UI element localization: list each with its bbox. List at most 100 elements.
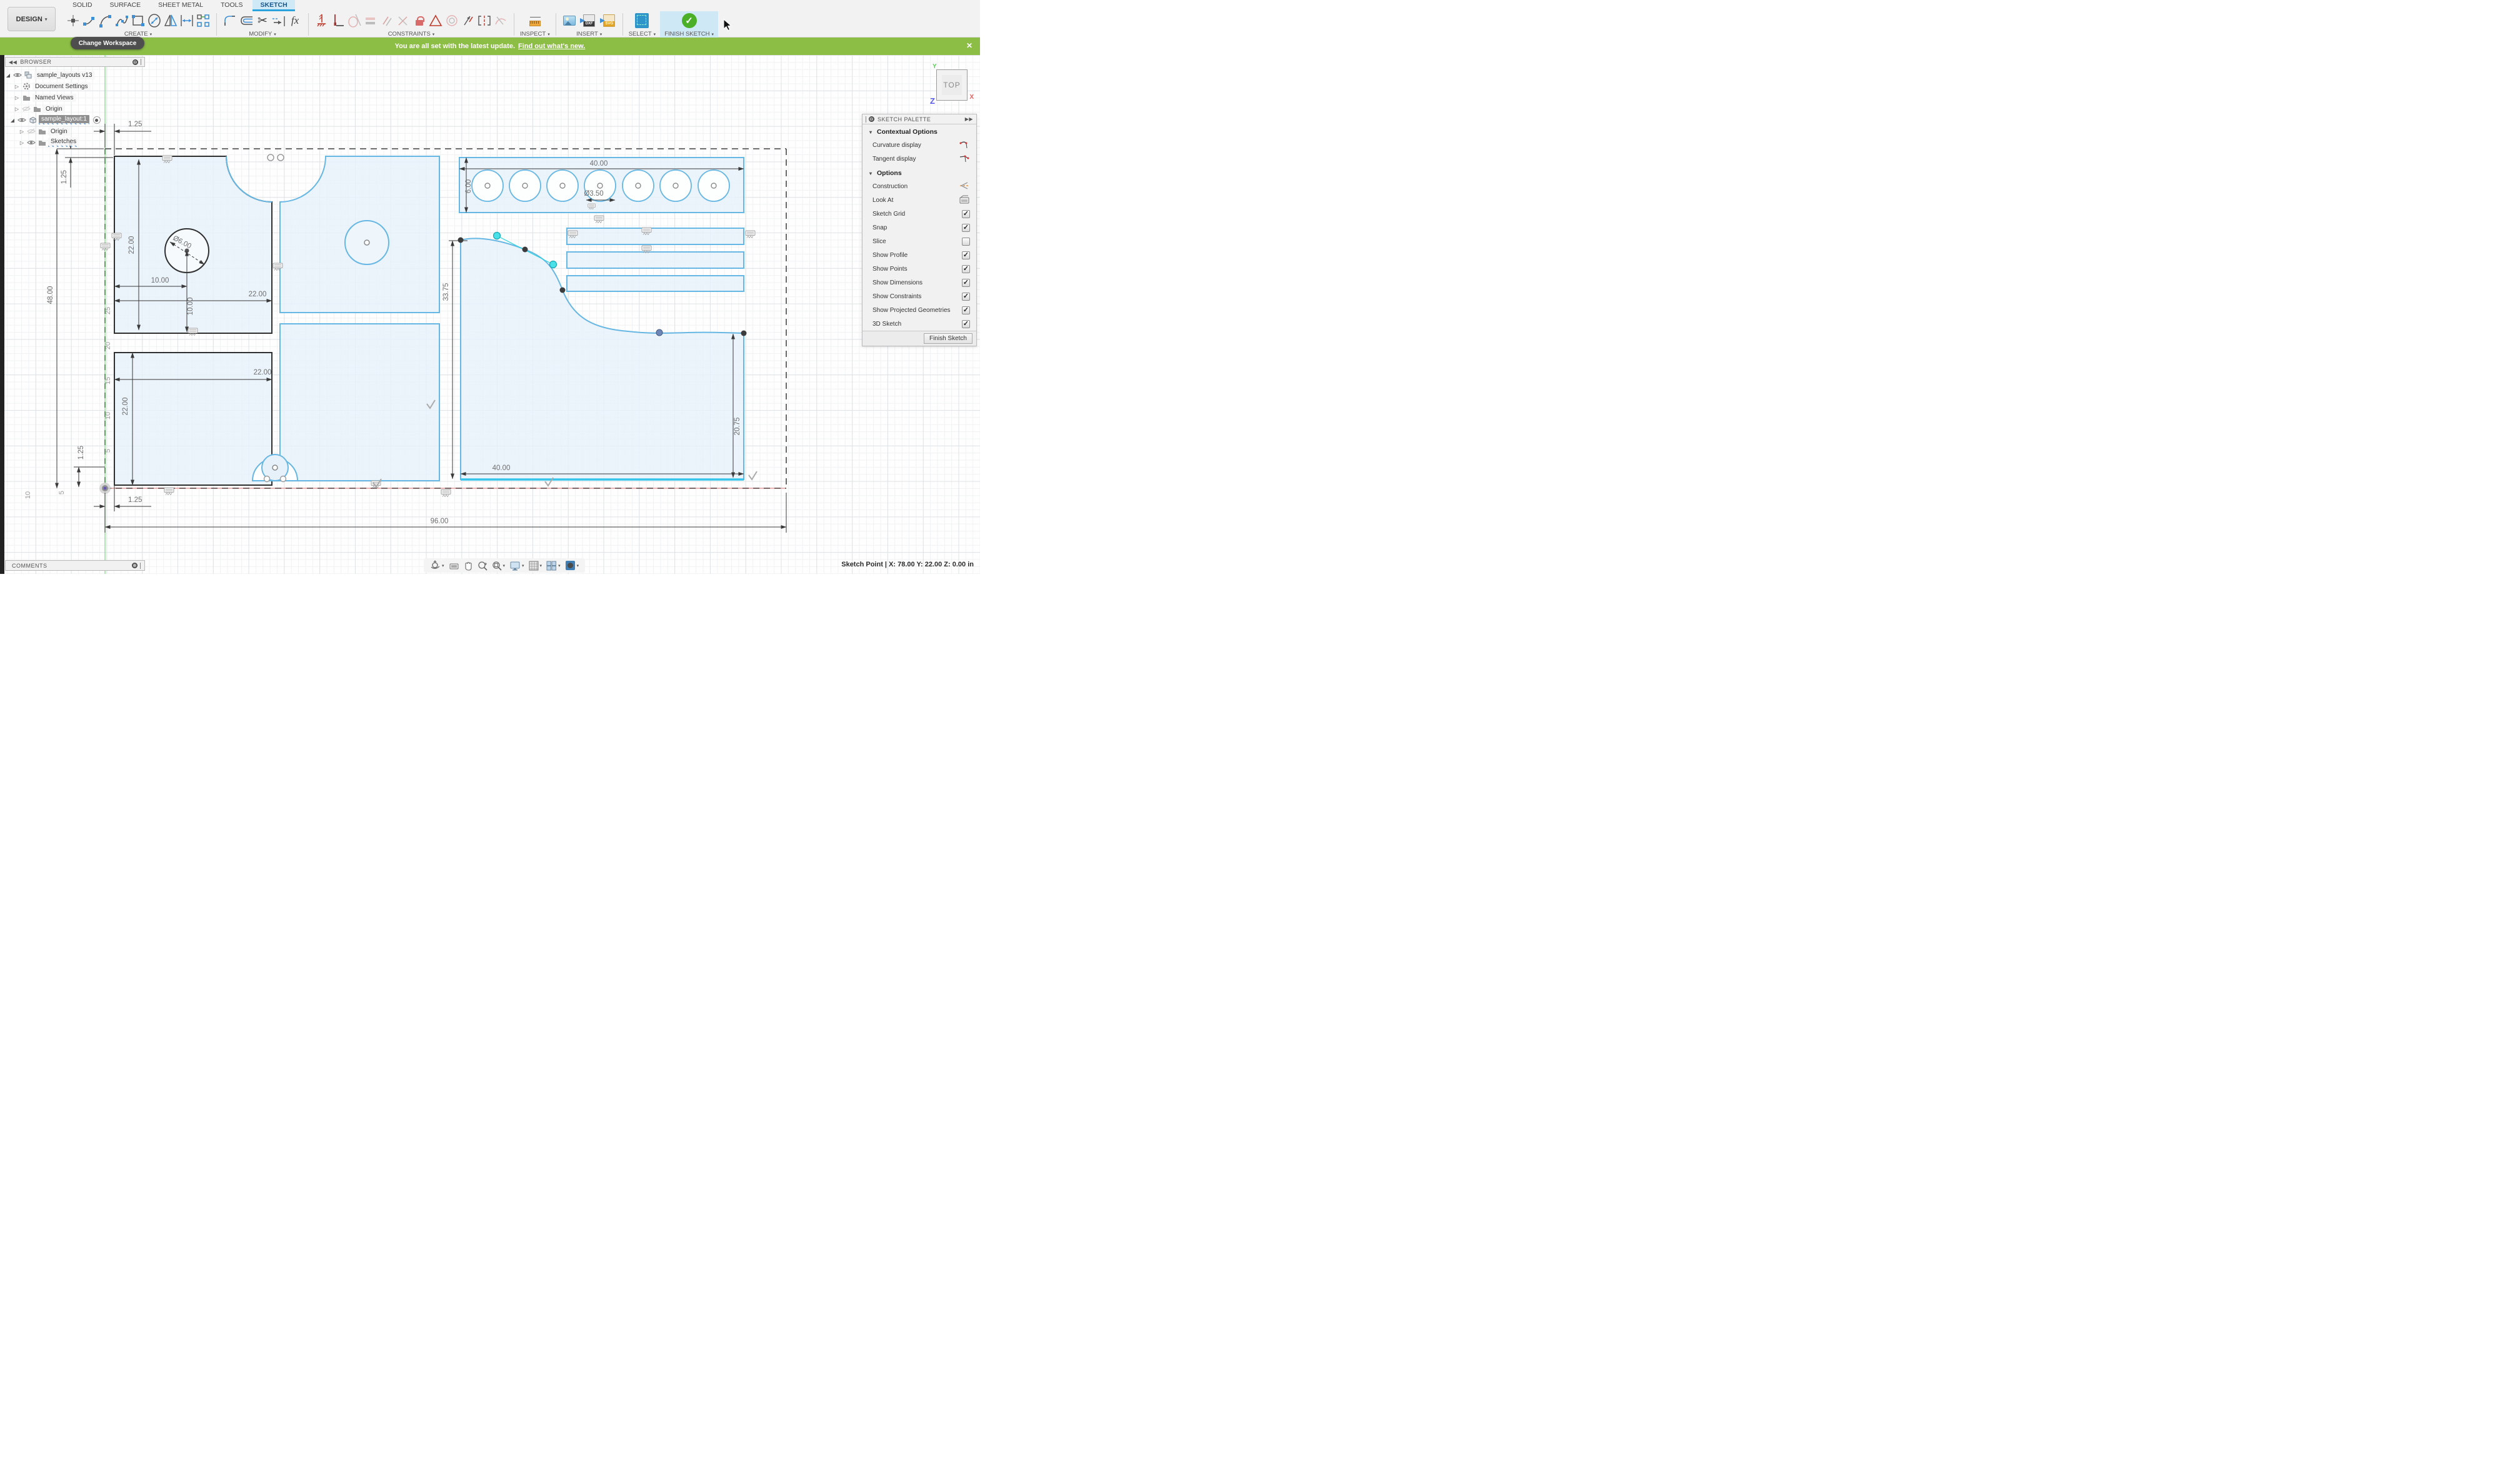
projected-point[interactable] — [278, 154, 284, 161]
browser-row-sketches[interactable]: ▷ Sketches — [5, 137, 145, 148]
projected-point[interactable] — [268, 154, 274, 161]
palette-header[interactable]: ⊖ SKETCH PALETTE ▶▶ — [862, 114, 976, 124]
sketch-point[interactable] — [272, 465, 278, 470]
dim-125-bottom[interactable]: 1.25 — [128, 496, 142, 504]
dimension-icon[interactable] — [179, 13, 194, 28]
dim-sq1-v10[interactable]: 10.00 — [187, 298, 194, 316]
expander-closed-icon[interactable]: ▷ — [19, 140, 25, 146]
browser-header[interactable]: ◀◀ BROWSER ⊖ — [5, 57, 145, 67]
spline-fit-point[interactable] — [458, 238, 464, 243]
palette-item-snap[interactable]: Snap✓ — [862, 221, 976, 234]
group-finish-sketch[interactable]: ✓ FINISH SKETCH▾ — [660, 11, 718, 38]
part-strip2[interactable] — [567, 228, 744, 244]
expander-closed-icon[interactable]: ▷ — [14, 84, 20, 89]
insert-image-icon[interactable] — [562, 13, 577, 28]
expand-right-icon[interactable]: ▶▶ — [965, 116, 973, 122]
eye-off-icon[interactable] — [27, 128, 36, 135]
dim-strip-dia35[interactable]: Ø3.50 — [584, 190, 603, 198]
symmetry-constraint-icon[interactable] — [477, 13, 492, 28]
part-square4[interactable] — [280, 324, 439, 481]
palette-item-show-constraints[interactable]: Show Constraints✓ — [862, 289, 976, 303]
browser-row-origin-child[interactable]: ▷ Origin — [5, 126, 145, 137]
checkbox[interactable]: ✓ — [962, 306, 970, 314]
tab-sheet-metal[interactable]: SHEET METAL — [151, 0, 211, 11]
panel-drag-handle[interactable] — [140, 563, 141, 569]
orbit-button[interactable]: ▾ — [430, 560, 444, 571]
curvature-display-icon[interactable] — [959, 139, 970, 151]
dim-spline-3375[interactable]: 33.75 — [442, 283, 450, 301]
palette-item-construction[interactable]: Construction — [862, 179, 976, 193]
tangent-display-icon[interactable] — [959, 153, 970, 165]
part-strip4[interactable] — [567, 276, 744, 291]
palette-item-look-at[interactable]: Look At — [862, 193, 976, 207]
fit-button[interactable]: ▾ — [492, 561, 506, 571]
checkbox[interactable] — [962, 238, 970, 246]
offset-icon[interactable] — [239, 13, 254, 28]
palette-item-tangent-display[interactable]: Tangent display — [862, 152, 976, 166]
look-at-button[interactable] — [449, 561, 459, 570]
tab-sketch[interactable]: SKETCH — [252, 0, 294, 11]
dim-spline-40[interactable]: 40.00 — [492, 464, 511, 472]
tangent-constraint-icon[interactable] — [347, 13, 362, 28]
horizontal-vertical-constraint-icon[interactable] — [331, 13, 346, 28]
panel-options-icon[interactable]: ⊖ — [132, 59, 138, 65]
pan-button[interactable] — [464, 561, 473, 571]
dim-48[interactable]: 48.00 — [47, 286, 54, 304]
browser-row-label[interactable]: Origin — [48, 128, 70, 136]
dim-sq2-h22[interactable]: 22.00 — [254, 369, 272, 376]
display-settings-button[interactable]: ▾ — [509, 561, 524, 571]
arc-icon[interactable] — [98, 13, 113, 28]
finish-sketch-icon[interactable]: ✓ — [682, 13, 697, 28]
palette-item-show-points[interactable]: Show Points✓ — [862, 262, 976, 276]
spline-handle-point[interactable] — [550, 261, 557, 268]
expander-closed-icon[interactable]: ▷ — [14, 95, 20, 101]
browser-row-label[interactable]: Named Views — [32, 94, 76, 102]
sketch-point[interactable] — [281, 476, 286, 482]
concentric-constraint-icon[interactable] — [444, 13, 459, 28]
rectangle-icon[interactable] — [131, 13, 146, 28]
checkbox[interactable]: ✓ — [962, 224, 970, 232]
eye-off-icon[interactable] — [22, 105, 31, 113]
browser-row-label[interactable]: sample_layouts v13 — [34, 71, 94, 79]
browser-row-root[interactable]: ◢ sample_layouts v13 — [5, 69, 145, 81]
expander-closed-icon[interactable]: ▷ — [19, 129, 25, 134]
spline-fit-point[interactable] — [522, 247, 528, 253]
expander-closed-icon[interactable]: ▷ — [14, 106, 20, 112]
expander-open-icon[interactable]: ◢ — [5, 73, 11, 78]
palette-item-sketch-grid[interactable]: Sketch Grid✓ — [862, 207, 976, 221]
dim-sq1-h22[interactable]: 22.00 — [249, 291, 267, 298]
checkbox[interactable]: ✓ — [962, 320, 970, 328]
palette-item-show-projected-geometries[interactable]: Show Projected Geometries✓ — [862, 303, 976, 317]
tab-solid[interactable]: SOLID — [65, 0, 100, 11]
dim-sq1-h10[interactable]: 10.00 — [151, 277, 169, 284]
mirror-icon[interactable] — [163, 13, 178, 28]
palette-section-options[interactable]: ▾Options — [862, 166, 976, 179]
spline-fit-point[interactable] — [656, 329, 662, 336]
collapse-icon[interactable]: ◀◀ — [9, 59, 17, 65]
construction-icon[interactable] — [959, 181, 970, 193]
palette-item-curvature-display[interactable]: Curvature display — [862, 138, 976, 152]
curvature-constraint-icon[interactable] — [493, 13, 508, 28]
tab-tools[interactable]: TOOLS — [213, 0, 250, 11]
insert-svg-icon[interactable]: SVG — [602, 13, 617, 28]
spline-fit-point[interactable] — [560, 288, 566, 293]
palette-section-contextual[interactable]: ▾Contextual Options — [862, 124, 976, 138]
lock-constraint-icon[interactable] — [412, 13, 427, 28]
look-at-icon[interactable] — [959, 195, 970, 206]
dim-sq1-v22[interactable]: 22.00 — [128, 236, 136, 254]
part-spline-shape[interactable] — [461, 238, 744, 479]
perpendicular-constraint-icon[interactable] — [396, 13, 411, 28]
dim-125-left[interactable]: 1.25 — [61, 170, 68, 184]
equal-constraint-icon[interactable] — [363, 13, 378, 28]
origin-point-center[interactable] — [104, 487, 107, 490]
workspace-switcher[interactable]: DESIGN▾ — [8, 7, 56, 31]
checkbox[interactable]: ✓ — [962, 293, 970, 301]
polygon-constraint-icon[interactable] — [428, 13, 443, 28]
fix-ground-constraint-icon[interactable] — [314, 13, 329, 28]
line-icon[interactable] — [82, 13, 97, 28]
tab-surface[interactable]: SURFACE — [102, 0, 149, 11]
palette-item-3d-sketch[interactable]: 3D Sketch✓ — [862, 317, 976, 331]
spline-icon[interactable] — [114, 13, 129, 28]
close-icon[interactable]: ✕ — [966, 41, 972, 50]
browser-row-sample-layout-1[interactable]: ◢ sample_layout:1 — [5, 114, 145, 126]
